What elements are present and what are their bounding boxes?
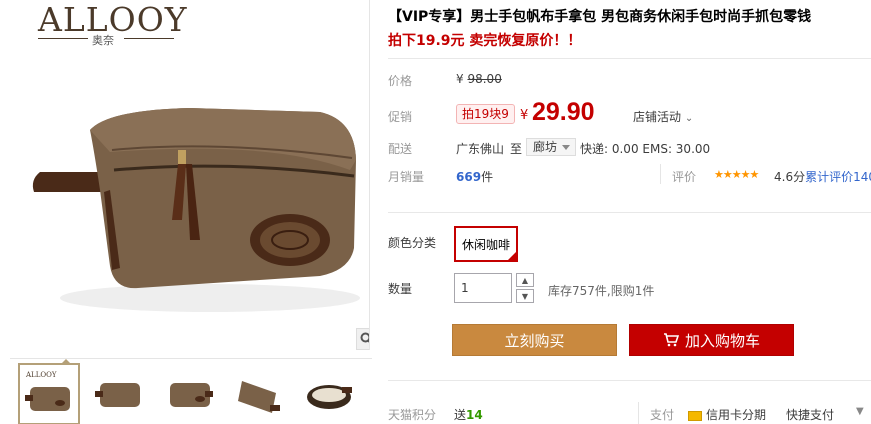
pay-label: 支付 bbox=[650, 408, 675, 422]
original-price-currency: ¥ bbox=[456, 72, 464, 86]
price-label: 价格 bbox=[388, 74, 413, 88]
chevron-down-icon: ▼ bbox=[521, 291, 529, 301]
shipping-fee: 快递: 0.00 EMS: 30.00 bbox=[580, 142, 711, 156]
thumbnail-5[interactable] bbox=[298, 363, 360, 424]
caret-down-icon bbox=[562, 145, 571, 150]
cart-icon bbox=[663, 333, 679, 347]
promo-currency: ¥ bbox=[520, 108, 529, 123]
quantity-increase-button[interactable]: ▲ bbox=[516, 273, 534, 287]
shipping-label: 配送 bbox=[388, 142, 413, 156]
color-label: 颜色分类 bbox=[388, 236, 437, 250]
original-price: ¥ 98.00 bbox=[456, 72, 502, 86]
zoom-button[interactable] bbox=[356, 328, 369, 350]
destination-select[interactable]: 廊坊 bbox=[526, 138, 577, 156]
pay-quick-label: 快捷支付 bbox=[786, 408, 835, 422]
thumbnail-2[interactable] bbox=[88, 363, 150, 424]
rating-stars: ★★★★★ bbox=[714, 168, 759, 181]
main-product-image[interactable]: ALLOOY 奥奈 bbox=[10, 0, 370, 350]
pay-quick-option[interactable]: 快捷支付 bbox=[786, 406, 834, 423]
review-count: 140 bbox=[853, 170, 871, 184]
points-label: 天猫积分 bbox=[388, 408, 437, 422]
sales-label: 月销量 bbox=[388, 170, 425, 184]
brand-logo: ALLOOY 奥奈 bbox=[34, 2, 187, 47]
thumbnail-strip: ALLOOY bbox=[10, 358, 372, 424]
thumbnail-bag-image bbox=[170, 383, 213, 407]
review-text: 累计评价 bbox=[805, 170, 854, 184]
add-to-cart-button[interactable]: 加入购物车 bbox=[629, 324, 794, 356]
original-price-value: 98.00 bbox=[467, 72, 502, 86]
quantity-label: 数量 bbox=[388, 282, 413, 296]
store-activity-dropdown[interactable]: 店铺活动 ⌄ bbox=[633, 108, 693, 125]
divider-vertical bbox=[638, 402, 639, 424]
store-activity-label: 店铺活动 bbox=[633, 110, 682, 124]
rating-summary[interactable]: 4.6分累计评价140 bbox=[774, 168, 871, 185]
bag-image bbox=[32, 108, 360, 312]
svg-text:ALLOOY: ALLOOY bbox=[25, 371, 57, 379]
buy-now-button[interactable]: 立刻购买 bbox=[452, 324, 617, 356]
divider bbox=[388, 212, 871, 213]
rating-label: 评价 bbox=[672, 170, 697, 184]
caret-down-icon: ▼ bbox=[856, 406, 864, 417]
rating-score: 4.6分 bbox=[774, 170, 806, 184]
pay-credit-option[interactable]: 信用卡分期 bbox=[688, 406, 766, 423]
points-number: 14 bbox=[466, 408, 483, 422]
product-subtitle: 拍下19.9元 卖完恢复原价！！ bbox=[388, 33, 582, 49]
points-value: 送14 bbox=[454, 406, 483, 423]
shipping-from: 广东佛山 bbox=[456, 142, 505, 156]
thumbnail-bag-image: ALLOOY bbox=[25, 371, 70, 411]
divider bbox=[388, 380, 871, 381]
product-gallery: ALLOOY 奥奈 ALLOOY bbox=[0, 0, 372, 424]
thumbnail-active-arrow bbox=[60, 359, 72, 365]
magnifier-icon bbox=[360, 332, 369, 343]
brand-logo-sub: 奥奈 bbox=[92, 34, 114, 47]
sales-count-unit: 件 bbox=[481, 170, 494, 184]
sales-count: 669件 bbox=[456, 168, 493, 185]
destination-value: 廊坊 bbox=[533, 140, 558, 154]
thumbnail-3[interactable] bbox=[158, 363, 220, 424]
color-option-label: 休闲咖啡 bbox=[461, 237, 510, 252]
shipping-to-word: 至 bbox=[510, 142, 523, 156]
promo-price: 29.90 bbox=[532, 98, 595, 126]
logo-line-left bbox=[38, 38, 88, 39]
thumbnail-bag-image bbox=[238, 381, 280, 413]
product-title: 【VIP专享】男士手包帆布手拿包 男包商务休闲手包时尚手抓包零钱 bbox=[388, 9, 812, 25]
pay-more-dropdown[interactable]: ▼ bbox=[856, 406, 864, 417]
chevron-up-icon: ▲ bbox=[521, 275, 529, 285]
promo-label: 促销 bbox=[388, 110, 413, 124]
stock-text: 库存757件,限购1件 bbox=[548, 284, 655, 298]
product-detail: 【VIP专享】男士手包帆布手拿包 男包商务休闲手包时尚手抓包零钱 拍下19.9元… bbox=[388, 0, 871, 424]
sales-count-value: 669 bbox=[456, 170, 482, 184]
thumbnail-1[interactable]: ALLOOY bbox=[18, 359, 80, 424]
selected-check-icon bbox=[506, 250, 518, 262]
quantity-decrease-button[interactable]: ▼ bbox=[516, 289, 534, 303]
credit-card-icon bbox=[688, 410, 702, 421]
divider bbox=[388, 58, 871, 59]
quantity-input[interactable]: 1 bbox=[454, 273, 512, 303]
divider-vertical bbox=[660, 164, 661, 184]
pay-credit-label: 信用卡分期 bbox=[706, 408, 767, 422]
chevron-down-icon: ⌄ bbox=[684, 113, 694, 124]
thumbnail-4[interactable] bbox=[228, 363, 290, 424]
color-option-selected[interactable]: 休闲咖啡 bbox=[454, 226, 518, 262]
logo-line-right bbox=[124, 38, 174, 39]
thumbnail-bag-image bbox=[95, 383, 140, 407]
thumbnail-bag-image bbox=[307, 385, 352, 409]
add-to-cart-label: 加入购物车 bbox=[684, 331, 760, 350]
points-prefix: 送 bbox=[454, 408, 467, 422]
promo-tag: 拍19块9 bbox=[456, 104, 515, 124]
